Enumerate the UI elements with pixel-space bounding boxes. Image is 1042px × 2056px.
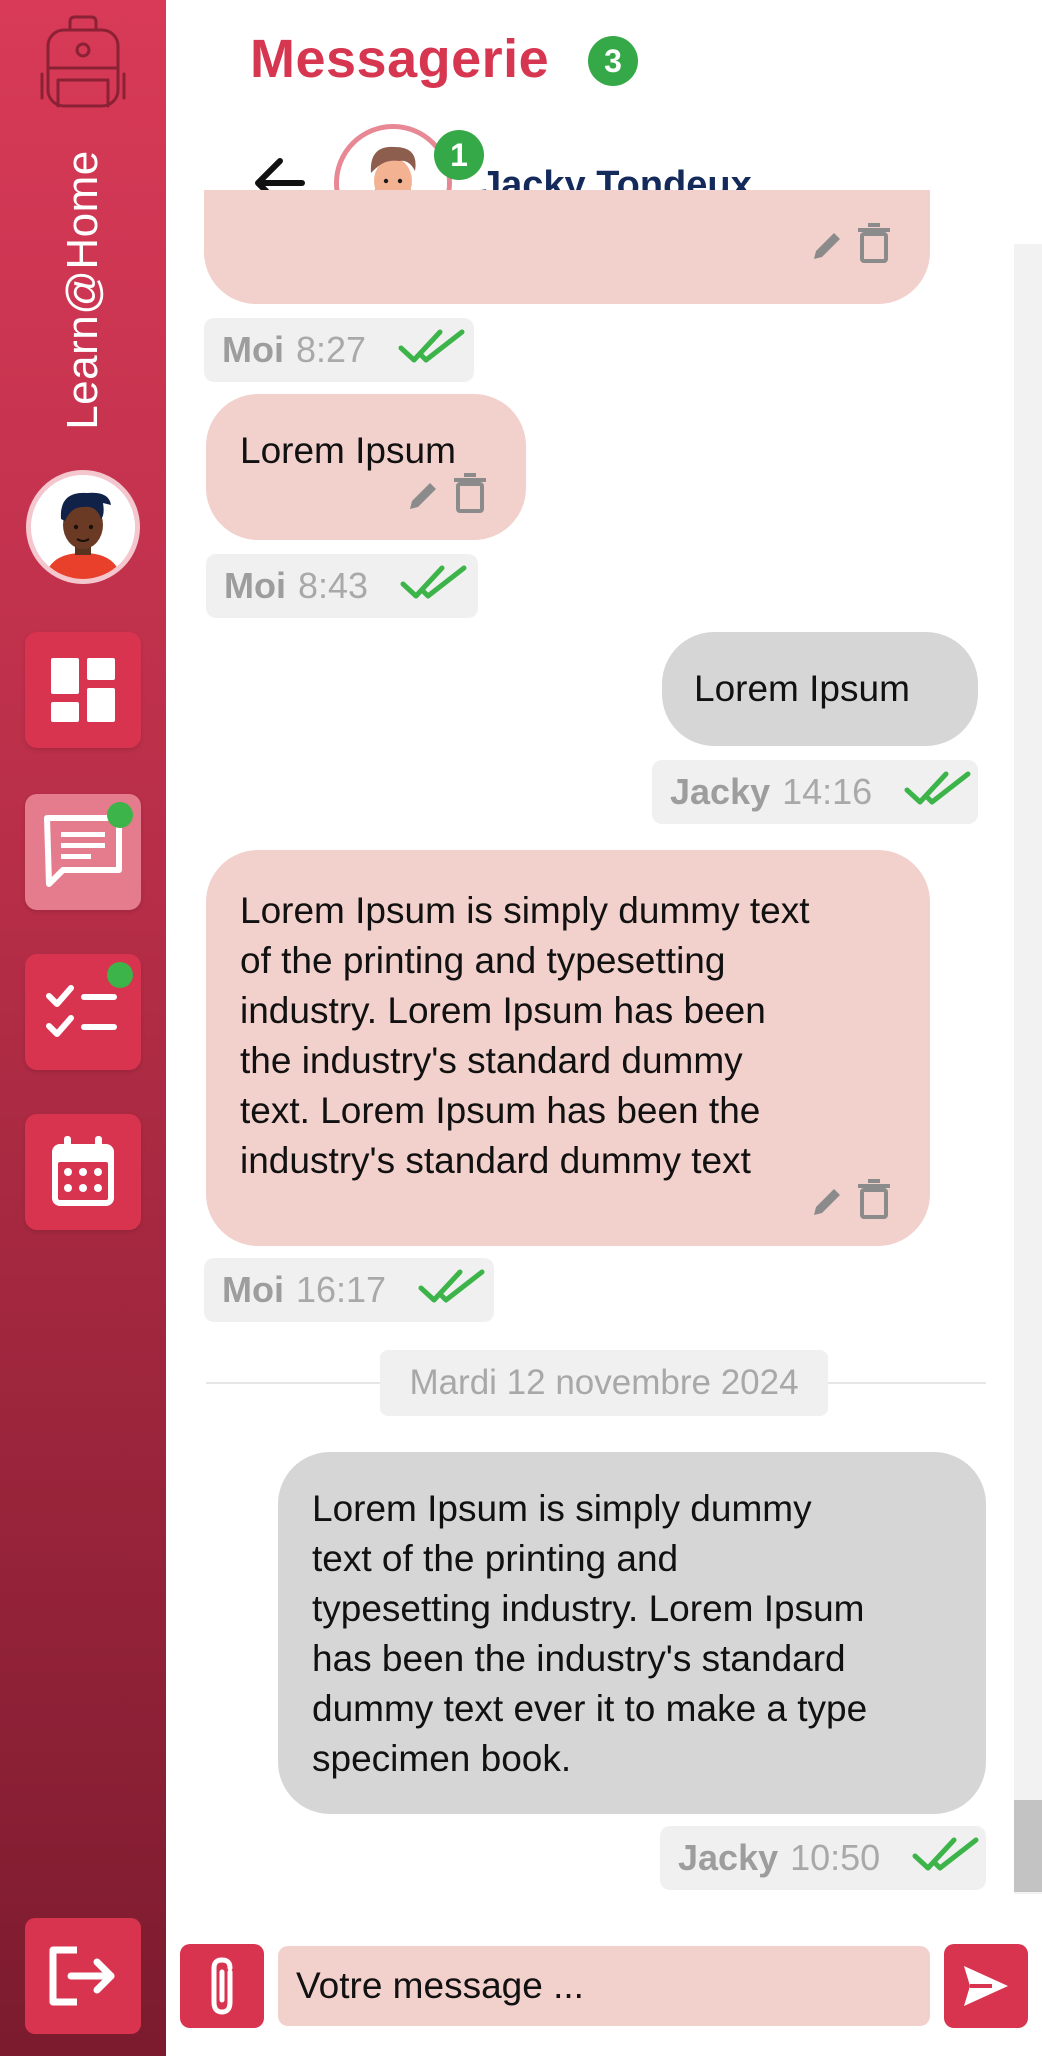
message-meta: Moi 8:27 <box>204 318 474 382</box>
contact-unread-badge: 1 <box>434 130 484 180</box>
sidebar: Learn@Home <box>0 0 166 2056</box>
message-meta: Jacky 14:16 <box>652 760 978 824</box>
notification-dot <box>107 802 133 828</box>
user-avatar-icon <box>31 475 135 579</box>
logout-icon <box>49 1946 115 2006</box>
double-check-icon <box>418 1266 488 1315</box>
message-bubble-them: Lorem Ipsum is simply dummy text of the … <box>278 1452 986 1814</box>
message-meta: Moi 16:17 <box>204 1258 494 1322</box>
message-bubble-me: Lorem Ipsum <box>206 394 526 540</box>
message-text: Lorem Ipsum is simply dummy text of the … <box>312 1488 868 1779</box>
delete-icon[interactable] <box>858 1179 890 1232</box>
double-check-icon <box>398 326 468 375</box>
message-sender: Jacky <box>670 771 771 812</box>
notification-dot <box>107 962 133 988</box>
date-separator: Mardi 12 novembre 2024 <box>380 1350 828 1416</box>
message-time: 10:50 <box>790 1837 881 1878</box>
message-sender: Moi <box>224 565 286 606</box>
sidebar-item-tasks[interactable] <box>25 954 141 1070</box>
app-brand: Learn@Home <box>58 150 107 430</box>
message-meta: Moi 8:43 <box>206 554 478 618</box>
delete-icon[interactable] <box>454 473 486 526</box>
logout-button[interactable] <box>25 1918 141 2034</box>
double-check-icon <box>904 768 974 817</box>
send-button[interactable] <box>944 1944 1028 2028</box>
dashboard-icon <box>51 658 115 722</box>
page-title: Messagerie <box>250 29 550 89</box>
message-text: Lorem Ipsum <box>694 668 910 709</box>
user-avatar[interactable] <box>26 470 140 584</box>
calendar-icon <box>52 1136 114 1206</box>
message-text: Lorem Ipsum is simply dummy text of the … <box>240 890 810 1181</box>
chat-icon <box>44 815 122 887</box>
paperclip-icon <box>211 1957 233 2015</box>
message-bubble-me <box>204 190 930 304</box>
message-meta: Jacky 10:50 <box>660 1826 986 1890</box>
message-sender: Moi <box>222 1269 284 1310</box>
message-bubble-me: Lorem Ipsum is simply dummy text of the … <box>206 850 930 1246</box>
double-check-icon <box>912 1834 982 1883</box>
delete-icon[interactable] <box>858 223 890 276</box>
edit-icon[interactable] <box>810 226 844 276</box>
backpack-logo-icon <box>40 15 126 108</box>
message-time: 8:43 <box>297 565 369 606</box>
edit-icon[interactable] <box>406 476 440 526</box>
attach-button[interactable] <box>180 1944 264 2028</box>
unread-badge: 3 <box>588 36 638 86</box>
double-check-icon <box>400 562 470 611</box>
sidebar-item-calendar[interactable] <box>25 1114 141 1230</box>
edit-icon[interactable] <box>810 1182 844 1232</box>
sidebar-item-messages[interactable] <box>25 794 141 910</box>
sidebar-item-dashboard[interactable] <box>25 632 141 748</box>
message-time: 16:17 <box>295 1269 387 1310</box>
message-time: 8:27 <box>295 329 367 370</box>
message-sender: Moi <box>222 329 284 370</box>
scrollbar-track[interactable] <box>1014 244 1042 1894</box>
send-icon <box>964 1966 1008 2006</box>
message-bubble-them: Lorem Ipsum <box>662 632 978 746</box>
checklist-icon <box>46 985 117 1037</box>
message-input[interactable] <box>278 1946 930 2026</box>
scrollbar-thumb[interactable] <box>1014 1800 1042 1892</box>
message-time: 14:16 <box>782 771 873 812</box>
message-sender: Jacky <box>678 1837 779 1878</box>
message-text: Lorem Ipsum <box>240 430 456 471</box>
